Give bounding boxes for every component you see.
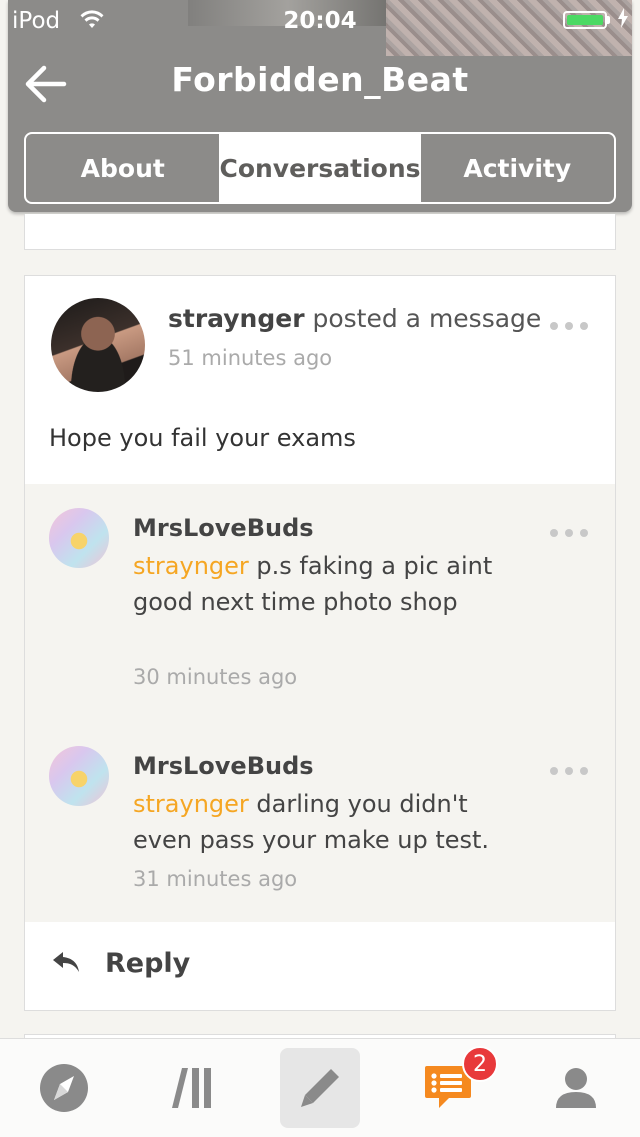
tab-bar: [0, 1038, 640, 1137]
profile-icon: [556, 1068, 596, 1108]
battery-tip: [607, 16, 610, 24]
avatar[interactable]: [49, 508, 109, 568]
reply-button[interactable]: Reply: [25, 922, 615, 1012]
status-bar: iPod 20:04: [0, 0, 640, 40]
previous-card: [24, 214, 616, 250]
more-options-icon[interactable]: [550, 764, 590, 776]
comment-author[interactable]: MrsLoveBuds: [133, 514, 314, 542]
comment-author[interactable]: MrsLoveBuds: [133, 752, 314, 780]
comments-list: MrsLoveBuds straynger p.s faking a pic a…: [25, 484, 615, 922]
tab-library[interactable]: [152, 1039, 232, 1137]
notification-badge: 2: [462, 1046, 498, 1082]
mention-link[interactable]: straynger: [133, 790, 249, 818]
post-header: straynger posted a message: [168, 304, 541, 333]
comment-text: straynger p.s faking a pic aint good nex…: [133, 548, 493, 620]
more-options-icon[interactable]: [550, 319, 590, 331]
compass-icon: [40, 1064, 88, 1112]
more-options-icon[interactable]: [550, 526, 590, 538]
clock: 20:04: [283, 8, 357, 34]
post-action: posted a message: [304, 304, 542, 333]
reply-icon: [51, 950, 81, 978]
compose-button[interactable]: [280, 1048, 360, 1128]
mention-link[interactable]: straynger: [133, 552, 249, 580]
tab-explore[interactable]: [24, 1039, 104, 1137]
pencil-icon: [301, 1069, 339, 1107]
avatar[interactable]: [49, 746, 109, 806]
avatar[interactable]: [51, 298, 145, 392]
tab-profile[interactable]: [536, 1039, 616, 1137]
battery-icon: [563, 11, 607, 29]
comment-text: straynger darling you didn't even pass y…: [133, 786, 493, 858]
page-title: Forbidden_Beat: [171, 60, 469, 99]
post-author[interactable]: straynger: [168, 304, 305, 333]
charging-icon: [617, 8, 629, 33]
comment-timestamp: 30 minutes ago: [133, 665, 298, 689]
post-body: Hope you fail your exams: [49, 424, 356, 452]
tab-about[interactable]: About: [26, 134, 219, 202]
tab-activity[interactable]: Activity: [421, 134, 614, 202]
segmented-control: About Conversations Activity: [24, 132, 616, 204]
tab-conversations[interactable]: Conversations: [219, 134, 421, 202]
conversation-card: straynger posted a message 51 minutes ag…: [24, 275, 616, 1011]
reply-label: Reply: [105, 948, 191, 979]
library-icon: [172, 1068, 211, 1108]
post-timestamp: 51 minutes ago: [168, 346, 333, 370]
comment-timestamp: 31 minutes ago: [133, 867, 298, 891]
